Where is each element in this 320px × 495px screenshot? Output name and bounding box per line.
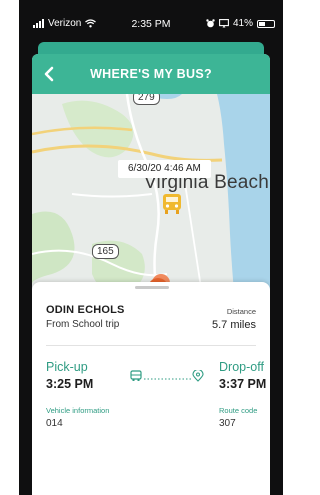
status-bar-right: 41% xyxy=(206,18,275,29)
dropoff-label: Drop-off xyxy=(219,360,264,374)
status-bar: Verizon 2:35 PM 41% xyxy=(19,0,283,40)
route-code-label: Route code xyxy=(219,406,258,415)
vehicle-info-label: Vehicle information xyxy=(46,406,110,415)
page-title: WHERE'S MY BUS? xyxy=(90,67,212,81)
distance-label: Distance xyxy=(226,307,256,316)
sheet-grabber[interactable] xyxy=(135,286,169,289)
bus-icon xyxy=(130,370,142,381)
header-bar: WHERE'S MY BUS? xyxy=(32,54,270,94)
vehicle-info-value: 014 xyxy=(46,418,63,429)
battery-percent: 41% xyxy=(232,18,253,29)
where-is-my-bus-screen: WHERE'S MY BUS? 279 165 603 xyxy=(32,54,270,495)
trip-type: From School trip xyxy=(46,319,120,330)
phone-screen: Verizon 2:35 PM 41% WHERE'S MY BUS? 279 … xyxy=(19,0,283,495)
student-name: ODIN ECHOLS xyxy=(46,304,125,316)
route-progress-indicator xyxy=(130,370,204,382)
location-pin-icon xyxy=(192,370,204,382)
dropoff-time: 3:37 PM xyxy=(219,377,267,391)
battery-icon xyxy=(257,19,275,28)
section-divider xyxy=(46,345,256,346)
pickup-label: Pick-up xyxy=(46,360,88,374)
screen-mirror-icon xyxy=(219,19,229,28)
distance-value: 5.7 miles xyxy=(211,319,256,331)
trip-details-sheet: ODIN ECHOLS From School trip Distance 5.… xyxy=(32,282,270,495)
route-code-value: 307 xyxy=(219,418,236,429)
bus-marker-icon[interactable] xyxy=(161,192,183,216)
route-shield-label: 165 xyxy=(92,244,119,259)
route-shield-label: 279 xyxy=(133,94,160,105)
pickup-time: 3:25 PM xyxy=(46,377,94,391)
alarm-icon xyxy=(206,19,215,28)
bus-timestamp-callout: 6/30/20 4:46 AM xyxy=(118,160,211,178)
